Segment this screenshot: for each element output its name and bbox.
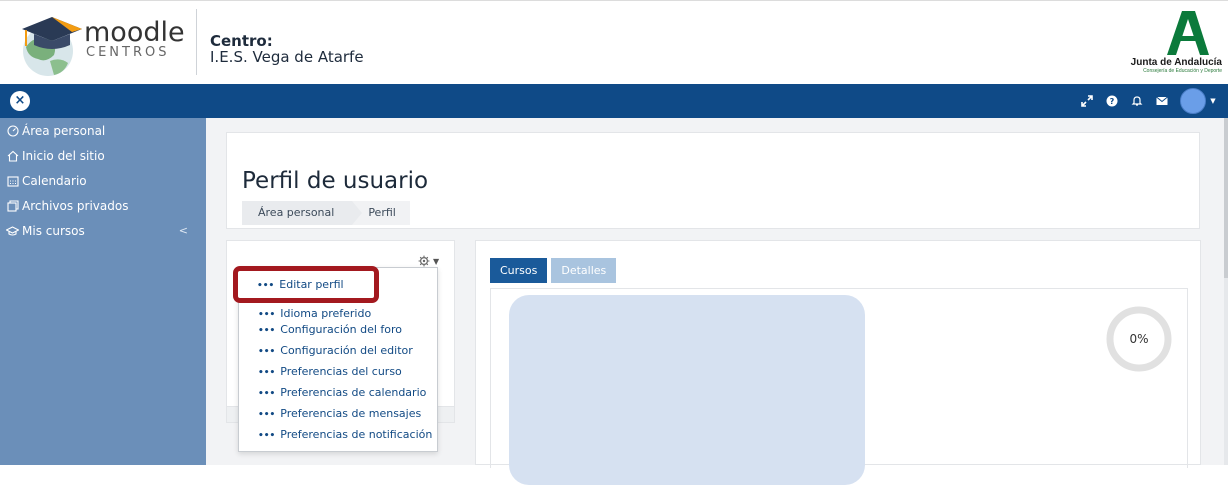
ellipsis-icon: ••• — [258, 410, 276, 420]
chevron-down-icon: ▼ — [433, 256, 440, 266]
nav-drawer: Área personal Inicio del sitio Calendari… — [0, 118, 206, 465]
menu-item-label: Preferencias de mensajes — [280, 407, 422, 420]
top-navbar: × ? ▼ — [0, 84, 1228, 118]
sidebar-item-inicio-del-sitio[interactable]: Inicio del sitio — [0, 143, 206, 168]
course-card-placeholder[interactable] — [509, 295, 865, 485]
centro-info: Centro: I.E.S. Vega de Atarfe — [210, 33, 364, 66]
course-progress-ring: 0% — [1105, 305, 1173, 373]
sidebar-item-area-personal[interactable]: Área personal — [0, 118, 206, 143]
page-scrollbar[interactable] — [1224, 118, 1228, 465]
user-menu-caret-icon[interactable]: ▼ — [1206, 84, 1220, 118]
junta-subtitle: Consejería de Educación y Deporte — [1143, 68, 1222, 74]
centro-label: Centro: — [210, 32, 273, 50]
sidebar-item-calendario[interactable]: Calendario — [0, 168, 206, 193]
ellipsis-icon: ••• — [258, 347, 276, 357]
files-icon — [6, 199, 19, 212]
sidebar-item-label: Calendario — [22, 173, 87, 188]
menu-item-label: Configuración del foro — [280, 323, 403, 336]
ellipsis-icon: ••• — [258, 431, 276, 441]
sidebar-item-mis-cursos[interactable]: Mis cursos < — [0, 218, 206, 243]
close-drawer-button[interactable]: × — [10, 91, 30, 111]
sidebar-item-label: Área personal — [22, 123, 106, 138]
menu-item-preferencias-notificacion[interactable]: ••• Preferencias de notificación — [258, 428, 432, 441]
junta-title: Junta de Andalucía — [1130, 57, 1222, 68]
user-avatar[interactable] — [1180, 88, 1206, 114]
sidebar-item-archivos-privados[interactable]: Archivos privados — [0, 193, 206, 218]
calendar-icon — [6, 174, 19, 187]
sidebar-item-label: Inicio del sitio — [22, 148, 105, 163]
ellipsis-icon: ••• — [258, 326, 276, 336]
menu-item-idioma-preferido[interactable]: ••• Idioma preferido — [258, 307, 371, 320]
ellipsis-icon: ••• — [258, 389, 276, 399]
menu-item-configuracion-editor[interactable]: ••• Configuración del editor — [258, 344, 413, 357]
menu-item-configuracion-foro[interactable]: ••• Configuración del foro — [258, 323, 402, 336]
progress-percent: 0% — [1129, 332, 1149, 346]
site-header: moodle CENTROS Centro: I.E.S. Vega de At… — [0, 0, 1228, 84]
menu-item-label: Preferencias de calendario — [280, 386, 427, 399]
home-icon — [6, 149, 19, 162]
tab-detalles[interactable]: Detalles — [551, 258, 617, 283]
centro-name: I.E.S. Vega de Atarfe — [210, 48, 364, 66]
graduation-cap-icon — [6, 224, 19, 237]
gear-icon — [418, 255, 430, 267]
tab-content: 0% — [490, 288, 1188, 485]
sidebar-item-label: Mis cursos — [22, 223, 85, 238]
page-header-card: Perfil de usuario Área personal Perfil — [226, 132, 1200, 229]
page-title: Perfil de usuario — [242, 168, 429, 194]
menu-item-label: Preferencias de notificación — [280, 428, 433, 441]
ellipsis-icon: ••• — [258, 368, 276, 378]
dashboard-icon — [6, 124, 19, 137]
expand-icon[interactable] — [1074, 84, 1099, 118]
ellipsis-icon: ••• — [257, 281, 275, 291]
menu-item-label: Idioma preferido — [280, 307, 372, 320]
menu-item-preferencias-mensajes[interactable]: ••• Preferencias de mensajes — [258, 407, 421, 420]
chevron-left-icon[interactable]: < — [179, 224, 188, 237]
menu-item-preferencias-calendario[interactable]: ••• Preferencias de calendario — [258, 386, 426, 399]
menu-item-label: Configuración del editor — [280, 344, 413, 357]
breadcrumb-item-perfil[interactable]: Perfil — [352, 201, 410, 225]
tab-cursos[interactable]: Cursos — [490, 258, 548, 283]
course-overview-card: Cursos Detalles 0% — [475, 240, 1201, 485]
scrollbar-thumb[interactable] — [1224, 118, 1228, 278]
envelope-icon[interactable] — [1149, 84, 1174, 118]
breadcrumb: Área personal Perfil — [242, 201, 410, 225]
sidebar-item-label: Archivos privados — [22, 198, 129, 213]
navbar-icons: ? ▼ — [1074, 84, 1220, 118]
settings-menu-toggle[interactable]: ▼ — [418, 255, 439, 267]
moodle-centros-logo[interactable]: moodle CENTROS — [0, 1, 196, 85]
menu-item-editar-perfil[interactable]: ••• Editar perfil — [257, 278, 344, 291]
svg-text:?: ? — [1109, 97, 1114, 106]
ellipsis-icon: ••• — [258, 310, 276, 320]
logo-wordmark: moodle — [84, 17, 185, 48]
breadcrumb-item-area-personal[interactable]: Área personal — [242, 201, 363, 225]
menu-item-label: Editar perfil — [279, 278, 344, 291]
help-icon[interactable]: ? — [1099, 84, 1124, 118]
logo-subtitle: CENTROS — [86, 45, 169, 60]
header-divider — [196, 9, 197, 75]
bell-icon[interactable] — [1124, 84, 1149, 118]
overview-tabs: Cursos Detalles — [490, 258, 617, 283]
menu-item-label: Preferencias del curso — [280, 365, 402, 378]
junta-andalucia-logo[interactable]: Junta de Andalucía Consejería de Educaci… — [1092, 9, 1222, 75]
menu-item-preferencias-curso[interactable]: ••• Preferencias del curso — [258, 365, 402, 378]
